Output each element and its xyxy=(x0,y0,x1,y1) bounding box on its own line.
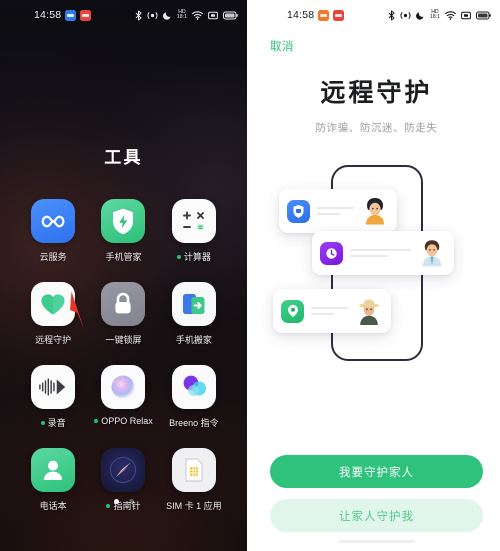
hd-volte-icon: HD 18:1 xyxy=(429,8,440,20)
folder-title: 工具 xyxy=(104,148,143,167)
battery-icon xyxy=(223,11,238,19)
new-badge-dot xyxy=(176,254,181,259)
app-label: 云服务 xyxy=(39,252,67,262)
cancel-button[interactable]: 取消 xyxy=(270,38,294,54)
status-time: 14:58 xyxy=(287,9,315,21)
app-badge-orange-icon xyxy=(318,9,330,21)
oppo-relax-icon xyxy=(101,365,146,409)
compass-icon xyxy=(101,448,146,492)
bluetooth-icon xyxy=(135,10,142,20)
new-badge-dot xyxy=(94,419,99,423)
annotation-arrow-icon xyxy=(70,291,84,329)
app-label: 手机管家 xyxy=(105,252,142,262)
recorder-icon xyxy=(31,365,76,409)
man-avatar xyxy=(418,238,446,268)
cancel-row: 取消 xyxy=(253,30,500,55)
phone-clone-icon xyxy=(171,282,216,326)
app-item-recorder[interactable]: 录音 xyxy=(18,365,88,429)
lock-screen-icon xyxy=(101,282,146,326)
card-text-lines xyxy=(350,248,411,258)
app-label: 录音 xyxy=(40,416,66,429)
app-label: 手机搬家 xyxy=(175,335,212,345)
app-label: 远程守护 xyxy=(35,335,72,345)
home-indicator xyxy=(338,540,415,543)
battery-icon xyxy=(476,11,491,19)
cloud-service-icon xyxy=(31,199,76,243)
do-not-disturb-icon xyxy=(415,11,424,20)
app-item-oppo-relax[interactable]: OPPO Relax xyxy=(88,365,158,429)
clock-card-icon xyxy=(320,241,343,265)
launcher-screen: 14:58 HD 18:1 工具 云服务 手机管家 计算器 远程守护 一键锁屏 … xyxy=(0,0,247,551)
app-badge-blue-icon xyxy=(65,9,77,21)
breeno-command-icon xyxy=(171,365,216,409)
phone-manager-icon xyxy=(101,199,146,243)
page-subtitle: 防诈骗、防沉迷、防走失 xyxy=(315,122,438,134)
app-item-phone-clone[interactable]: 手机搬家 xyxy=(159,282,229,346)
new-badge-dot xyxy=(40,420,45,425)
guard-family-button[interactable]: 我要守护家人 xyxy=(270,455,483,488)
page-dot-1[interactable] xyxy=(113,499,119,504)
app-label: OPPO Relax xyxy=(94,416,153,426)
remote-guardian-screen: 14:58 HD 18:1 取消 远程守护 防诈骗、防沉迷、防走失 我要守护家人… xyxy=(253,0,500,551)
nfc-icon xyxy=(147,11,158,19)
page-title: 远程守护 xyxy=(320,79,433,107)
page-indicator[interactable] xyxy=(0,499,247,504)
app-grid: 云服务 手机管家 计算器 远程守护 一键锁屏 手机搬家 录音 OPPO Rela… xyxy=(0,199,247,512)
hero-illustration xyxy=(253,149,500,384)
status-bar-right: 14:58 HD 18:1 xyxy=(253,0,500,30)
illustration-card-shield xyxy=(279,189,397,233)
bluetooth-icon xyxy=(388,10,395,20)
card-text-lines xyxy=(317,206,354,216)
calculator-icon xyxy=(171,199,216,243)
app-label: 一键锁屏 xyxy=(105,335,142,345)
card-text-lines xyxy=(311,306,348,316)
app-label: 计算器 xyxy=(176,250,211,263)
location-card-icon xyxy=(281,299,304,323)
illustration-card-location xyxy=(273,289,391,333)
contacts-icon xyxy=(31,448,76,492)
do-not-disturb-icon xyxy=(162,11,171,20)
wifi-icon xyxy=(192,10,203,20)
status-bar-left: 14:58 HD 18:1 xyxy=(0,0,247,30)
hd-volte-icon: HD 18:1 xyxy=(176,8,187,20)
be-guarded-button[interactable]: 让家人守护我 xyxy=(270,499,483,532)
app-item-breeno-command[interactable]: Breeno 指令 xyxy=(159,365,229,429)
app-badge-red-icon xyxy=(333,9,345,21)
sim-icon xyxy=(461,11,471,19)
page-dot-2[interactable] xyxy=(128,499,134,504)
app-badge-red-icon xyxy=(80,9,92,21)
elder-avatar xyxy=(355,296,383,326)
new-badge-dot xyxy=(106,503,111,508)
app-item-lock-screen[interactable]: 一键锁屏 xyxy=(88,282,158,346)
status-bar-left-group: 14:58 xyxy=(0,9,92,21)
child-avatar xyxy=(361,196,389,226)
nfc-icon xyxy=(400,11,411,19)
status-bar-right-group: HD 18:1 xyxy=(388,8,491,21)
app-item-calculator[interactable]: 计算器 xyxy=(159,199,229,263)
shield-card-icon xyxy=(287,199,310,223)
status-time: 14:58 xyxy=(34,9,62,21)
dual-screenshot: 14:58 HD 18:1 工具 云服务 手机管家 计算器 远程守护 一键锁屏 … xyxy=(0,0,500,551)
app-item-phone-manager[interactable]: 手机管家 xyxy=(88,199,158,263)
sim-app-icon xyxy=(171,448,216,492)
wifi-icon xyxy=(445,10,456,20)
status-bar-left-group: 14:58 xyxy=(253,9,345,21)
sim-icon xyxy=(208,11,218,19)
app-item-cloud-service[interactable]: 云服务 xyxy=(18,199,88,263)
illustration-card-clock xyxy=(312,231,454,275)
cta-section: 我要守护家人 让家人守护我 xyxy=(253,455,500,551)
status-bar-right-group: HD 18:1 xyxy=(135,8,238,21)
app-label: Breeno 指令 xyxy=(169,418,219,428)
